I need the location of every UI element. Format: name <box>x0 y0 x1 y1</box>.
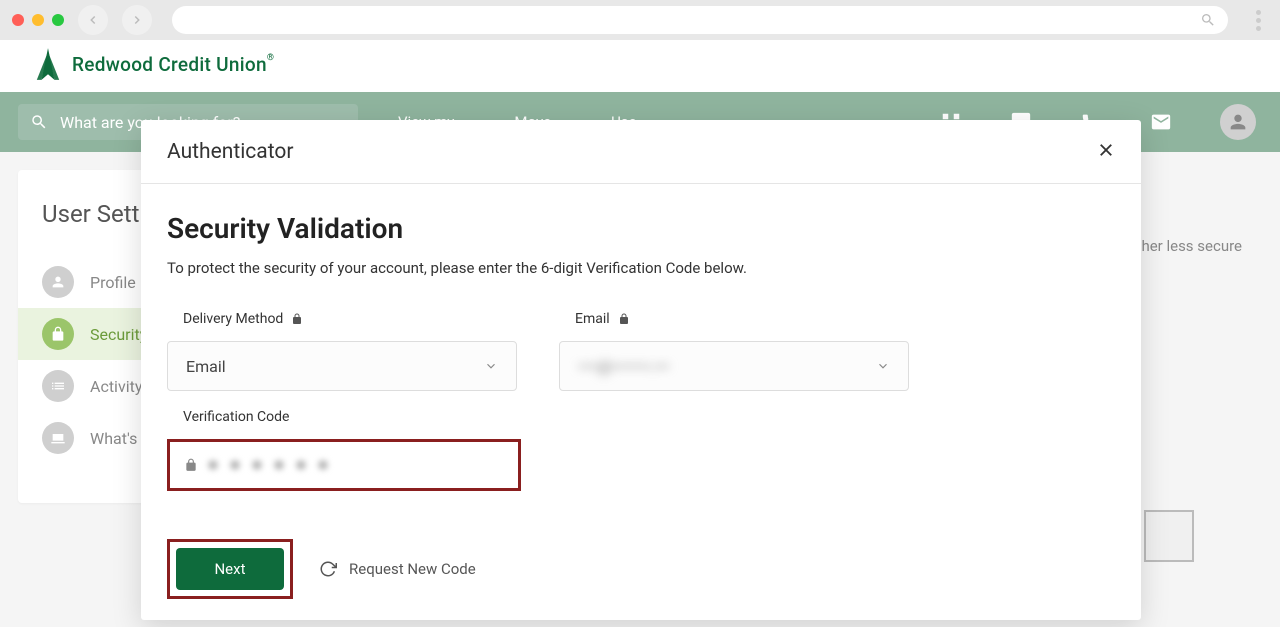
logo[interactable]: Redwood Credit Union® <box>34 48 1246 80</box>
search-icon <box>30 113 48 131</box>
email-value: ••••@••••••••.••• <box>578 357 669 376</box>
verification-code-field: Verification Code <box>167 409 1115 491</box>
close-button[interactable] <box>1097 141 1115 163</box>
sidebar-item-label: Security <box>90 325 147 344</box>
email-label: Email <box>559 311 909 327</box>
url-bar[interactable] <box>172 6 1228 34</box>
verification-code-input[interactable] <box>167 439 521 491</box>
modal-heading: Security Validation <box>167 212 1115 245</box>
ncua-badge <box>1144 510 1194 562</box>
sidebar-item-label: Activity <box>90 377 142 396</box>
logo-icon <box>34 48 62 80</box>
request-new-code-button[interactable]: Request New Code <box>319 560 476 578</box>
delivery-method-select[interactable]: Email <box>167 341 517 391</box>
person-icon <box>42 266 74 298</box>
email-select[interactable]: ••••@••••••••.••• <box>559 341 909 391</box>
sidebar-item-label: Profile <box>90 273 136 292</box>
lock-icon <box>618 313 630 325</box>
forward-button[interactable] <box>122 5 152 35</box>
request-new-code-label: Request New Code <box>349 560 476 578</box>
code-dots <box>208 460 328 470</box>
lock-icon <box>291 313 303 325</box>
next-highlight: Next <box>167 539 293 599</box>
list-icon <box>42 370 74 402</box>
window-close-dot[interactable] <box>12 14 24 26</box>
avatar[interactable] <box>1220 104 1256 140</box>
search-icon <box>1200 12 1216 28</box>
delivery-method-value: Email <box>186 357 226 376</box>
logo-bar: Redwood Credit Union® <box>0 40 1280 92</box>
modal-header: Authenticator <box>141 120 1141 184</box>
back-button[interactable] <box>78 5 108 35</box>
close-icon <box>1097 141 1115 159</box>
modal-body: Security Validation To protect the secur… <box>141 184 1141 627</box>
modal-actions: Next Request New Code <box>167 539 1115 599</box>
delivery-method-label: Delivery Method <box>167 311 517 327</box>
verification-code-label: Verification Code <box>167 409 1115 425</box>
authenticator-modal: Authenticator Security Validation To pro… <box>141 120 1141 620</box>
modal-subtext: To protect the security of your account,… <box>167 259 1115 277</box>
refresh-icon <box>319 560 337 578</box>
chevron-down-icon <box>876 359 890 373</box>
browser-chrome <box>0 0 1280 40</box>
device-icon <box>42 422 74 454</box>
sidebar-item-label: What's <box>90 429 137 448</box>
delivery-method-field: Delivery Method Email <box>167 311 517 391</box>
window-max-dot[interactable] <box>52 14 64 26</box>
logo-text: Redwood Credit Union® <box>72 53 274 76</box>
lock-icon <box>42 318 74 350</box>
next-button[interactable]: Next <box>176 548 284 590</box>
modal-title: Authenticator <box>167 140 293 164</box>
lock-icon <box>184 458 198 472</box>
mail-icon[interactable] <box>1150 111 1172 133</box>
chevron-down-icon <box>484 359 498 373</box>
email-field: Email ••••@••••••••.••• <box>559 311 909 391</box>
browser-menu-icon[interactable] <box>1248 10 1268 31</box>
window-min-dot[interactable] <box>32 14 44 26</box>
